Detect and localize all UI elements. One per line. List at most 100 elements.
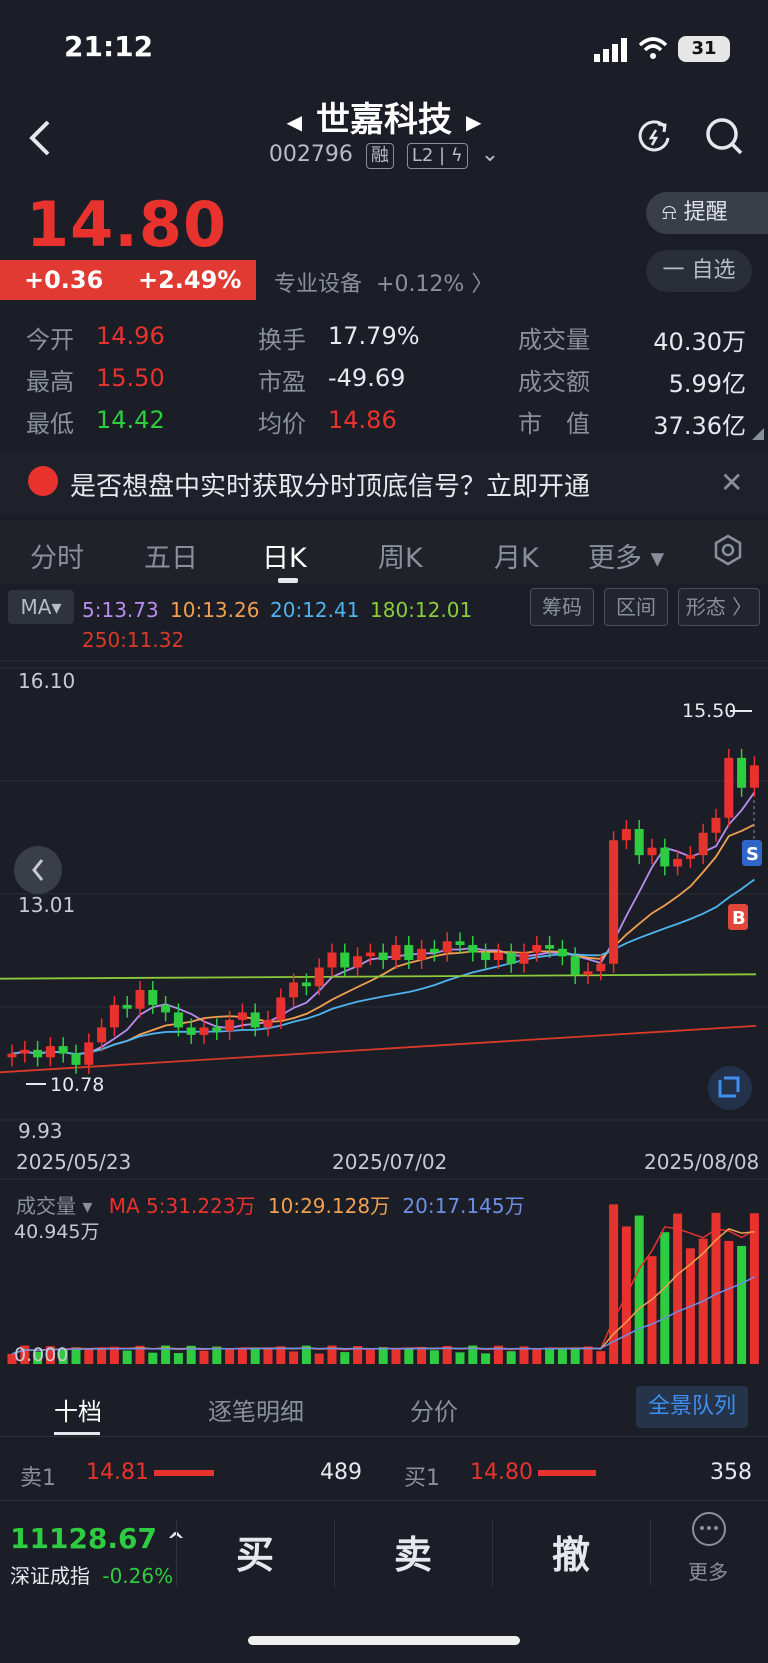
volume-bar <box>148 1352 158 1364</box>
candle <box>173 1012 183 1028</box>
turnover-value: 17.79% <box>328 322 420 350</box>
tab-daily-k[interactable]: 日K <box>262 536 307 575</box>
pattern-button[interactable]: 形态 〉 <box>678 588 760 626</box>
chip-button[interactable]: 筹码 <box>530 588 594 626</box>
ma20-value: 20:12.41 <box>270 598 360 622</box>
volume-bar <box>404 1348 414 1364</box>
candle <box>634 828 644 856</box>
close-icon[interactable]: ✕ <box>720 466 743 499</box>
more-label[interactable]: 更多 <box>688 1556 728 1585</box>
kline-chart[interactable]: 16.10 13.01 9.93 15.50 10.78 B S <box>0 660 768 1146</box>
tab-ten-level[interactable]: 十档 <box>54 1392 102 1427</box>
index-value: 11128.67 <box>10 1522 158 1555</box>
tab-more[interactable]: 更多 ▾ <box>588 536 664 575</box>
pe-value: -49.69 <box>328 364 406 392</box>
sell-signal-label: S <box>746 844 759 865</box>
refresh-icon[interactable] <box>634 116 674 156</box>
cancel-order-button[interactable]: 撤 <box>552 1524 590 1579</box>
battery-indicator: 31 <box>678 36 730 62</box>
chart-scroll-left-button[interactable] <box>14 846 62 894</box>
buy-button[interactable]: 买 <box>236 1524 274 1579</box>
ma-selector[interactable]: MA▾ <box>8 590 74 624</box>
depth-tab-indicator <box>54 1432 100 1435</box>
full-queue-button[interactable]: 全景队列 <box>636 1386 748 1428</box>
y-mid-label: 13.01 <box>18 893 75 917</box>
candle <box>493 952 503 961</box>
candle <box>314 967 324 987</box>
candle <box>71 1053 81 1065</box>
level2-tag[interactable]: L2 | ϟ <box>406 143 468 169</box>
settings-icon[interactable] <box>712 534 744 566</box>
tab-monthly-k[interactable]: 月K <box>494 536 539 575</box>
alert-button[interactable]: ⍾ 提醒 <box>646 192 768 234</box>
candle <box>532 945 542 953</box>
candle <box>596 963 606 972</box>
tab-intraday[interactable]: 分时 <box>30 536 84 575</box>
tab-five-day[interactable]: 五日 <box>144 536 198 575</box>
candle <box>583 971 593 976</box>
candle <box>545 945 555 949</box>
turnover-label: 换手 <box>258 326 306 354</box>
add-watchlist-button[interactable]: 一 自选 <box>646 250 752 292</box>
fullscreen-button[interactable] <box>708 1066 752 1110</box>
index-widget[interactable]: 11128.67 ^ <box>10 1522 185 1555</box>
volume-bar <box>557 1347 567 1364</box>
candle <box>660 847 670 867</box>
sell-button[interactable]: 卖 <box>394 1524 432 1579</box>
expand-corner-icon[interactable] <box>752 428 764 440</box>
volume-bar <box>455 1352 465 1364</box>
low-marker: 10.78 <box>50 1074 104 1096</box>
next-stock-icon[interactable]: ▶ <box>466 110 481 134</box>
volume-bar <box>429 1350 439 1364</box>
prev-stock-icon[interactable]: ◀ <box>287 110 302 134</box>
candle <box>276 997 286 1020</box>
tab-tick-detail[interactable]: 逐笔明细 <box>208 1392 304 1427</box>
volume-bar <box>545 1347 555 1364</box>
candle <box>365 952 375 957</box>
search-icon[interactable] <box>704 116 744 156</box>
mktcap-label: 市 值 <box>518 410 590 438</box>
sector-link[interactable]: 专业设备 +0.12% 〉 <box>274 266 493 298</box>
separator <box>492 1520 493 1586</box>
x-axis-dates: 2025/05/23 2025/07/02 2025/08/08 <box>0 1148 768 1178</box>
candle <box>609 840 619 964</box>
volume-bar <box>596 1351 606 1364</box>
volume-bar <box>237 1347 247 1364</box>
bid1-label: 买1 <box>404 1466 440 1491</box>
more-icon[interactable] <box>692 1512 726 1546</box>
candle <box>20 1049 30 1054</box>
candle <box>84 1042 94 1065</box>
ask1-label: 卖1 <box>20 1466 56 1491</box>
range-button[interactable]: 区间 <box>604 588 668 626</box>
banner-text[interactable]: 是否想盘中实时获取分时顶底信号？立即开通 <box>70 466 590 503</box>
chevron-down-icon[interactable]: ⌄ <box>481 142 499 167</box>
volume-selector[interactable]: 成交量 ▾ <box>16 1194 92 1218</box>
candle <box>698 832 708 856</box>
volume-header: 成交量 ▾ MA 5:31.223万 10:29.128万 20:17.145万 <box>16 1190 525 1219</box>
volume-bar <box>263 1349 273 1364</box>
volume-bar <box>225 1349 235 1364</box>
stock-name: 世嘉科技 <box>316 100 452 140</box>
avg-label: 均价 <box>258 410 306 438</box>
candle <box>135 989 145 1009</box>
tab-price-dist[interactable]: 分价 <box>410 1392 458 1427</box>
volume-bar <box>532 1349 542 1364</box>
pe-label: 市盈 <box>258 368 306 396</box>
y-bottom-label: 9.93 <box>18 1119 63 1143</box>
volume-bar <box>673 1213 683 1364</box>
candle <box>647 847 657 856</box>
volume-label: 成交量 <box>518 326 590 354</box>
candle <box>685 855 695 859</box>
candle <box>58 1046 68 1054</box>
signal-icon <box>28 466 58 496</box>
divider <box>0 1436 768 1437</box>
volume-bar <box>506 1351 516 1364</box>
high-value: 15.50 <box>96 364 165 392</box>
tab-weekly-k[interactable]: 周K <box>378 536 423 575</box>
candle <box>749 765 759 788</box>
volume-bar <box>314 1353 324 1364</box>
volume-bar <box>711 1212 721 1364</box>
candle <box>442 941 452 953</box>
volume-bar <box>122 1350 132 1364</box>
candle <box>468 945 478 953</box>
